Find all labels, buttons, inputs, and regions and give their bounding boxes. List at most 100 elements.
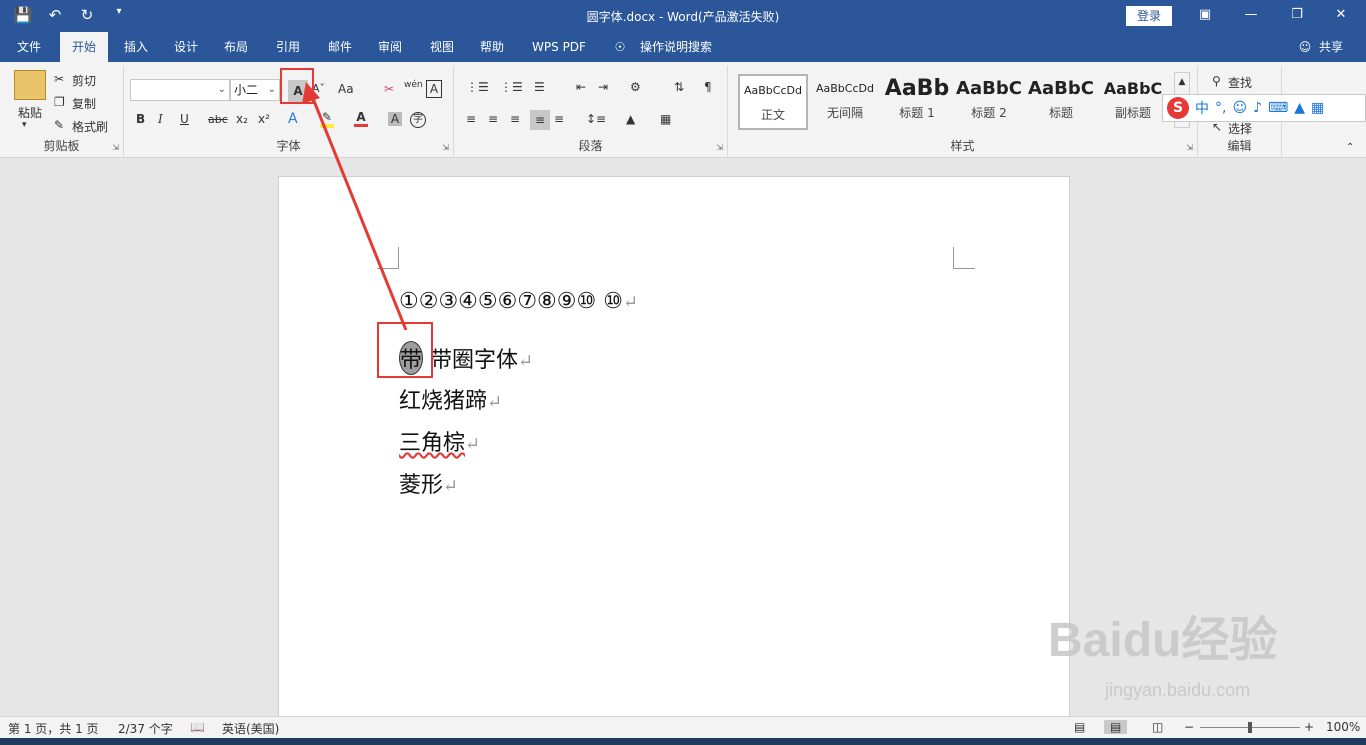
justify-icon[interactable]: ≡ bbox=[530, 110, 550, 130]
shading-icon[interactable]: ▲ bbox=[626, 112, 635, 126]
minimize-icon[interactable]: — bbox=[1236, 4, 1266, 26]
line-spacing-icon[interactable]: ↕≡ bbox=[586, 112, 606, 126]
microphone-icon[interactable]: ♪ bbox=[1253, 100, 1262, 116]
tab-insert[interactable]: 插入 bbox=[114, 32, 158, 62]
change-case-button[interactable]: Aa bbox=[338, 82, 354, 96]
tell-me-search[interactable]: 操作说明搜索 bbox=[636, 32, 716, 62]
web-layout-icon[interactable]: ◫ bbox=[1152, 720, 1163, 734]
increase-indent-icon[interactable]: ⇥ bbox=[598, 80, 608, 94]
superscript-icon[interactable]: x² bbox=[258, 112, 270, 126]
font-name-combo[interactable]: ⌄ bbox=[130, 79, 230, 101]
print-layout-icon[interactable]: ▤ bbox=[1104, 720, 1128, 734]
tab-review[interactable]: 审阅 bbox=[368, 32, 412, 62]
italic-icon[interactable]: I bbox=[158, 112, 163, 126]
close-icon[interactable]: ✕ bbox=[1326, 4, 1356, 26]
paste-icon[interactable] bbox=[14, 70, 46, 100]
emoji-icon[interactable]: ☺ bbox=[1232, 100, 1247, 116]
zoom-level[interactable]: 100% bbox=[1326, 720, 1360, 734]
tab-view[interactable]: 视图 bbox=[420, 32, 464, 62]
login-button[interactable]: 登录 bbox=[1126, 6, 1172, 26]
show-marks-icon[interactable]: ¶ bbox=[704, 80, 712, 94]
restore-icon[interactable]: ❐ bbox=[1282, 4, 1312, 26]
ime-punct-toggle[interactable]: °, bbox=[1215, 100, 1226, 116]
read-mode-icon[interactable]: ▤ bbox=[1074, 720, 1085, 734]
tab-help[interactable]: 帮助 bbox=[470, 32, 514, 62]
asian-layout-icon[interactable]: ⚙ bbox=[630, 80, 641, 94]
ime-mode-toggle[interactable]: 中 bbox=[1195, 98, 1209, 118]
styles-launcher-icon[interactable]: ⇲ bbox=[1186, 143, 1193, 152]
keyboard-icon[interactable]: ⌨ bbox=[1268, 100, 1288, 116]
borders-icon[interactable]: ▦ bbox=[660, 112, 671, 126]
select-icon[interactable]: ↖ bbox=[1212, 120, 1222, 134]
clipboard-launcher-icon[interactable]: ⇲ bbox=[112, 143, 119, 152]
underline-icon[interactable]: U bbox=[180, 112, 189, 126]
save-icon[interactable]: 💾 bbox=[12, 6, 34, 24]
paste-button[interactable]: 粘贴 bbox=[10, 104, 50, 121]
paste-dropdown-icon[interactable]: ▾ bbox=[22, 120, 27, 130]
collapse-ribbon-icon[interactable]: ⌃ bbox=[1346, 142, 1354, 153]
document-page[interactable]: ①②③④⑤⑥⑦⑧⑨⑩ ⑩↵ 带 带圈字体↵ 红烧猪蹄↵ 三角棕↵ 菱形↵ bbox=[278, 176, 1070, 736]
highlight-icon[interactable]: ✎ bbox=[320, 110, 334, 128]
style-subtitle[interactable]: AaBbC 副标题 bbox=[1098, 74, 1168, 130]
style-normal[interactable]: AaBbCcDd 正文 bbox=[738, 74, 808, 130]
align-right-icon[interactable]: ≡ bbox=[510, 112, 520, 126]
style-heading-2[interactable]: AaBbC 标题 2 bbox=[954, 74, 1024, 130]
numbering-icon[interactable]: ⋮☰ bbox=[500, 80, 523, 94]
tab-layout[interactable]: 布局 bbox=[214, 32, 258, 62]
page-count[interactable]: 第 1 页，共 1 页 bbox=[8, 720, 99, 737]
enclose-char-icon[interactable]: 字 bbox=[410, 112, 426, 128]
cut-button[interactable]: 剪切 bbox=[72, 72, 96, 89]
format-painter-button[interactable]: 格式刷 bbox=[72, 118, 108, 135]
decrease-indent-icon[interactable]: ⇤ bbox=[576, 80, 586, 94]
style-heading-1[interactable]: AaBb 标题 1 bbox=[882, 74, 952, 130]
skin-icon[interactable]: ▲ bbox=[1294, 100, 1305, 116]
zoom-slider-thumb[interactable] bbox=[1248, 722, 1252, 733]
font-launcher-icon[interactable]: ⇲ bbox=[442, 143, 449, 152]
subscript-icon[interactable]: x₂ bbox=[236, 112, 248, 126]
style-title[interactable]: AaBbC 标题 bbox=[1026, 74, 1096, 130]
paragraph-3[interactable]: 红烧猪蹄↵ bbox=[399, 383, 502, 415]
zoom-in-icon[interactable]: + bbox=[1304, 720, 1314, 734]
word-count[interactable]: 2/37 个字 bbox=[118, 720, 173, 737]
find-button[interactable]: 查找 bbox=[1228, 74, 1252, 91]
align-center-icon[interactable]: ≡ bbox=[488, 112, 498, 126]
char-shading-icon[interactable]: A bbox=[388, 112, 402, 126]
paragraph-launcher-icon[interactable]: ⇲ bbox=[716, 143, 723, 152]
copy-button[interactable]: 复制 bbox=[72, 95, 96, 112]
tab-references[interactable]: 引用 bbox=[266, 32, 310, 62]
paragraph-circled-numbers[interactable]: ①②③④⑤⑥⑦⑧⑨⑩ ⑩↵ bbox=[399, 289, 638, 314]
tab-file[interactable]: 文件 bbox=[6, 32, 52, 62]
toolbox-icon[interactable]: ▦ bbox=[1311, 100, 1324, 116]
tab-design[interactable]: 设计 bbox=[164, 32, 208, 62]
font-size-combo[interactable]: 小二 ⌄ bbox=[230, 79, 280, 101]
paragraph-4[interactable]: 三角棕↵ bbox=[399, 425, 480, 457]
strikethrough-icon[interactable]: abc bbox=[208, 113, 228, 126]
find-icon[interactable]: ⚲ bbox=[1212, 74, 1221, 88]
share-button[interactable]: 共享 bbox=[1314, 32, 1348, 62]
bold-icon[interactable]: B bbox=[136, 112, 145, 126]
zoom-out-icon[interactable]: − bbox=[1184, 720, 1194, 734]
customize-icon[interactable]: ▾ bbox=[108, 6, 130, 24]
proofing-icon[interactable]: 📖 bbox=[190, 720, 205, 734]
paragraph-5[interactable]: 菱形↵ bbox=[399, 467, 458, 499]
phonetic-guide-button[interactable]: wén bbox=[404, 80, 423, 90]
language[interactable]: 英语(美国) bbox=[222, 720, 279, 737]
text-effects-icon[interactable]: A bbox=[288, 111, 298, 127]
style-no-spacing[interactable]: AaBbCcDd 无间隔 bbox=[810, 74, 880, 130]
undo-icon[interactable]: ↶ bbox=[44, 6, 66, 24]
redo-icon[interactable]: ↻ bbox=[76, 6, 98, 24]
font-color-icon[interactable]: A bbox=[354, 110, 368, 127]
tab-wps-pdf[interactable]: WPS PDF bbox=[522, 32, 596, 62]
tab-home[interactable]: 开始 bbox=[60, 32, 108, 62]
char-border-button[interactable]: A bbox=[426, 80, 442, 98]
align-left-icon[interactable]: ≡ bbox=[466, 112, 476, 126]
format-painter-icon[interactable]: ✎ bbox=[54, 118, 64, 132]
copy-icon[interactable]: ❐ bbox=[54, 95, 65, 109]
sort-icon[interactable]: ⇅ bbox=[674, 80, 684, 94]
cut-icon[interactable]: ✂ bbox=[54, 72, 64, 86]
ribbon-display-icon[interactable]: ▣ bbox=[1190, 4, 1220, 26]
multilevel-list-icon[interactable]: ☰ bbox=[534, 80, 545, 94]
clear-formatting-icon[interactable]: ✂ bbox=[384, 82, 394, 96]
select-button[interactable]: 选择 bbox=[1228, 120, 1252, 137]
tab-mailings[interactable]: 邮件 bbox=[318, 32, 362, 62]
